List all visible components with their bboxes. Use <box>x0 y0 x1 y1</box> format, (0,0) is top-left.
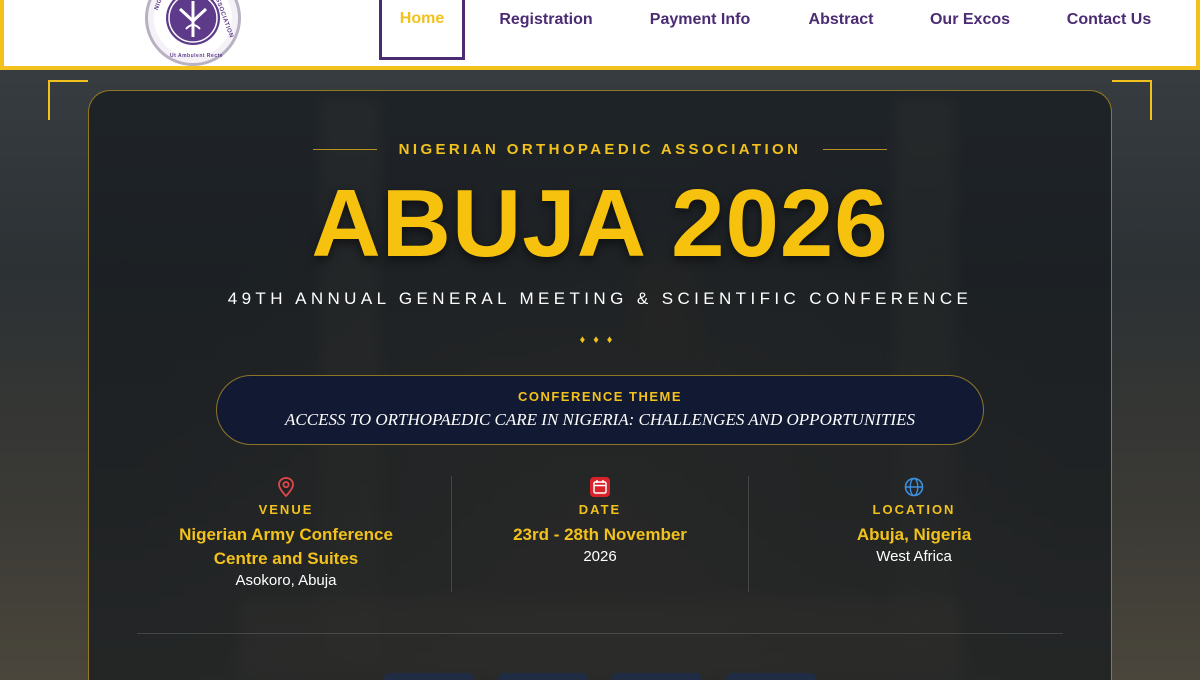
action-button-3[interactable] <box>612 673 702 680</box>
site-header: NIGERIAN ASSOCIATION Ut Ambulent Recte H… <box>0 0 1200 70</box>
theme-text: ACCESS TO ORTHOPAEDIC CARE IN NIGERIA: C… <box>285 410 915 429</box>
action-button-2[interactable] <box>498 673 588 680</box>
location-city: Abuja, Nigeria <box>856 525 972 544</box>
globe-icon <box>768 476 1060 498</box>
corner-bracket-top-left <box>48 80 88 120</box>
location-label: LOCATION <box>872 502 956 517</box>
theme-label: CONFERENCE THEME <box>517 389 683 404</box>
venue-name: Nigerian Army Conference Centre and Suit… <box>179 525 393 568</box>
venue-area: Asokoro, Abuja <box>235 572 337 589</box>
eyebrow-text: NIGERIAN ORTHOPAEDIC ASSOCIATION <box>398 140 802 158</box>
location-region: West Africa <box>876 548 952 565</box>
corner-bracket-top-right <box>1112 80 1152 120</box>
venue-label: VENUE <box>258 502 314 517</box>
date-label: DATE <box>578 502 622 517</box>
venue-info: VENUE Nigerian Army Conference Centre an… <box>140 476 432 592</box>
nav-contact-us[interactable]: Contact Us <box>1052 0 1166 60</box>
main-nav: Home Registration Payment Info Abstract … <box>4 0 1196 66</box>
date-range: 23rd - 28th November <box>513 525 687 544</box>
calendar-icon <box>452 476 748 498</box>
conference-theme: CONFERENCE THEME ACCESS TO ORTHOPAEDIC C… <box>216 375 984 445</box>
nav-our-excos[interactable]: Our Excos <box>916 0 1024 60</box>
hero-eyebrow: NIGERIAN ORTHOPAEDIC ASSOCIATION <box>0 138 1200 160</box>
location-info: LOCATION Abuja, Nigeria West Africa <box>768 476 1060 592</box>
date-info: DATE 23rd - 28th November 2026 <box>452 476 748 592</box>
page-title: ABUJA 2026 <box>311 170 889 277</box>
page-subtitle: 49TH ANNUAL GENERAL MEETING & SCIENTIFIC… <box>227 289 973 308</box>
eyebrow-line-right <box>823 148 888 150</box>
nav-abstract[interactable]: Abstract <box>794 0 888 60</box>
nav-registration[interactable]: Registration <box>484 0 608 60</box>
diamond-ornament: ♦♦♦ <box>579 334 621 346</box>
action-button-1[interactable] <box>384 673 474 680</box>
info-divider-2 <box>748 476 749 592</box>
map-pin-icon <box>140 476 432 498</box>
date-year: 2026 <box>583 548 617 565</box>
nav-home[interactable]: Home <box>379 0 465 60</box>
action-button-4[interactable] <box>726 673 816 680</box>
section-divider <box>137 633 1063 634</box>
nav-payment-info[interactable]: Payment Info <box>634 0 766 60</box>
eyebrow-line-left <box>312 148 377 150</box>
